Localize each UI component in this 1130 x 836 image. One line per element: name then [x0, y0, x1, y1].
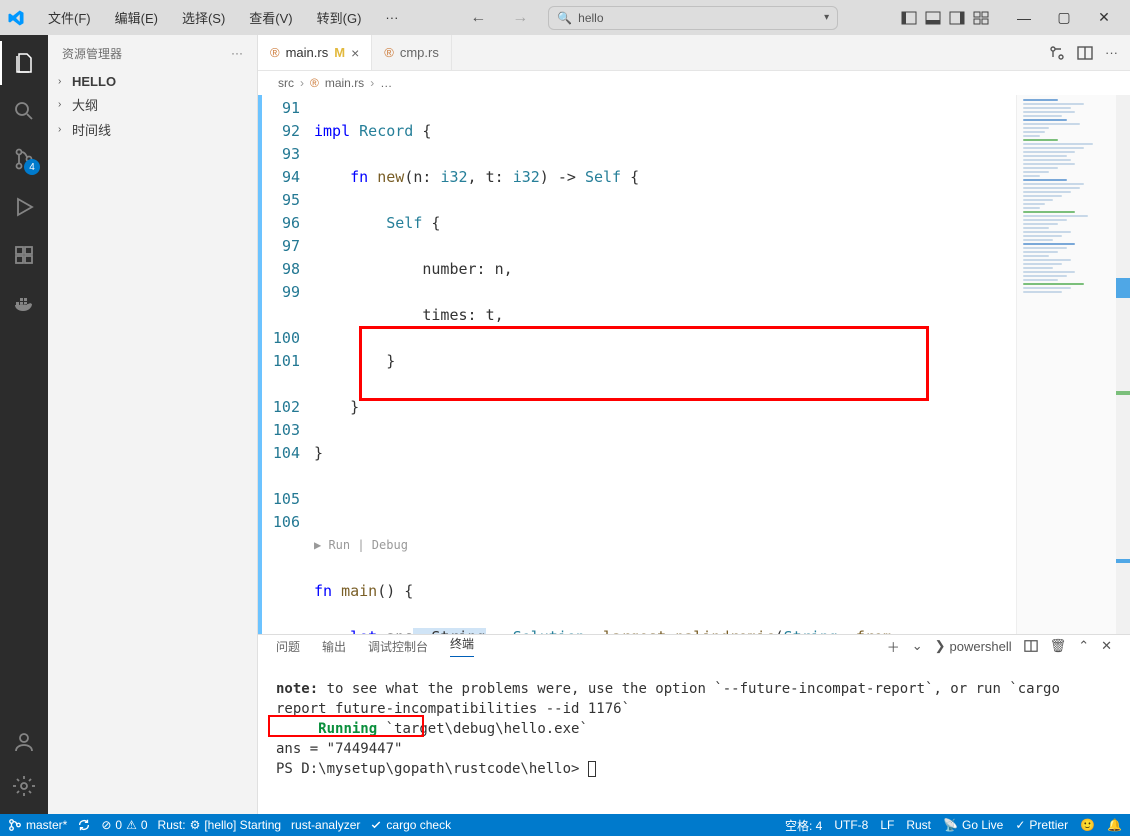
- vertical-scrollbar[interactable]: [1116, 95, 1130, 634]
- vscode-logo-icon: [6, 8, 26, 28]
- status-feedback-icon[interactable]: 🙂: [1080, 818, 1095, 832]
- nav-back-icon[interactable]: ←: [464, 7, 492, 29]
- kill-terminal-icon[interactable]: 🗑: [1050, 638, 1067, 654]
- terminal-prompt: PS D:\mysetup\gopath\rustcode\hello>: [276, 761, 588, 777]
- status-spaces[interactable]: 空格: 4: [785, 817, 822, 834]
- more-actions-icon[interactable]: ···: [1105, 45, 1118, 60]
- menu-select[interactable]: 选择(S): [172, 4, 235, 31]
- layout-primary-icon[interactable]: [898, 7, 920, 29]
- chevron-down-icon: ▾: [824, 12, 829, 23]
- split-terminal-icon[interactable]: [1024, 639, 1038, 653]
- panel-tab-output[interactable]: 输出: [322, 638, 346, 655]
- activity-bar: 4: [0, 35, 48, 814]
- maximize-panel-icon[interactable]: ⌃: [1078, 638, 1089, 654]
- status-cargo-check[interactable]: cargo check: [370, 818, 451, 832]
- rust-file-icon: ®: [384, 45, 394, 60]
- nav-fwd-icon[interactable]: →: [506, 7, 534, 29]
- panel-tab-debug[interactable]: 调试控制台: [368, 638, 428, 655]
- terminal-body[interactable]: note: to see what the problems were, use…: [258, 657, 1130, 814]
- tree-label: HELLO: [72, 74, 116, 89]
- status-branch[interactable]: master*: [8, 818, 67, 832]
- tab-label: main.rs: [286, 45, 329, 60]
- close-icon[interactable]: ×: [351, 45, 359, 61]
- window-minimize[interactable]: —: [1004, 3, 1044, 33]
- status-sync[interactable]: [77, 818, 91, 832]
- compare-changes-icon[interactable]: [1049, 45, 1065, 61]
- line-numbers: 91929394 95969798 99 100101 102103104 10…: [258, 95, 314, 634]
- chevron-right-icon: ›: [58, 124, 66, 135]
- codelens-run-debug[interactable]: ▶ Run | Debug: [314, 534, 1016, 557]
- status-problems[interactable]: ⊘0 ⚠0: [101, 818, 147, 832]
- activity-extensions[interactable]: [0, 233, 48, 277]
- layout-panel-icon[interactable]: [922, 7, 944, 29]
- sidebar-title: 资源管理器: [62, 45, 122, 62]
- menu-view[interactable]: 查看(V): [239, 4, 302, 31]
- status-rust-analyzer[interactable]: rust-analyzer: [291, 818, 360, 832]
- terminal-cursor: [588, 761, 596, 777]
- chevron-right-icon: ›: [58, 99, 66, 110]
- window-close[interactable]: ✕: [1084, 3, 1124, 33]
- split-editor-icon[interactable]: [1077, 45, 1093, 61]
- window-maximize[interactable]: ▢: [1044, 3, 1084, 33]
- layout-customize-icon[interactable]: [970, 7, 992, 29]
- terminal-ans-output: ans = "7449447": [276, 741, 402, 757]
- crumb-more: …: [380, 76, 392, 90]
- terminal-dropdown-icon[interactable]: ⌄: [912, 638, 923, 654]
- tab-main-rs[interactable]: ® main.rs M ×: [258, 35, 372, 70]
- activity-docker[interactable]: [0, 281, 48, 325]
- tab-label: cmp.rs: [400, 45, 439, 60]
- sidebar-more-icon[interactable]: ···: [231, 46, 243, 60]
- panel-tab-terminal[interactable]: 终端: [450, 635, 474, 657]
- close-panel-icon[interactable]: ✕: [1101, 638, 1112, 654]
- status-rust[interactable]: Rust: ⚙ [hello] Starting: [158, 818, 282, 832]
- search-value: hello: [578, 11, 603, 25]
- status-encoding[interactable]: UTF-8: [834, 818, 868, 832]
- minimap[interactable]: [1016, 95, 1116, 634]
- status-golive[interactable]: 📡Go Live: [943, 818, 1003, 832]
- status-bell-icon[interactable]: 🔔: [1107, 818, 1122, 832]
- tab-modified-badge: M: [334, 45, 345, 60]
- rust-file-icon: ®: [310, 76, 319, 90]
- menu-more[interactable]: ···: [375, 6, 408, 29]
- new-terminal-icon[interactable]: ＋: [887, 637, 900, 656]
- code-editor[interactable]: impl Record { fn new(n: i32, t: i32) -> …: [314, 95, 1016, 634]
- status-lang[interactable]: Rust: [906, 818, 931, 832]
- terminal-shell-label[interactable]: ❯powershell: [935, 638, 1012, 654]
- menu-goto[interactable]: 转到(G): [307, 4, 372, 31]
- status-bar: master* ⊘0 ⚠0 Rust: ⚙ [hello] Starting r…: [0, 814, 1130, 836]
- activity-explorer[interactable]: [0, 41, 48, 85]
- status-eol[interactable]: LF: [880, 818, 894, 832]
- menu-file[interactable]: 文件(F): [38, 4, 101, 31]
- title-bar: 文件(F) 编辑(E) 选择(S) 查看(V) 转到(G) ··· ← → 🔍 …: [0, 0, 1130, 35]
- tree-label: 大纲: [72, 95, 98, 114]
- menu-edit[interactable]: 编辑(E): [105, 4, 168, 31]
- activity-accounts[interactable]: [0, 720, 48, 764]
- activity-source-control[interactable]: 4: [0, 137, 48, 181]
- editor-tabs: ® main.rs M × ® cmp.rs ···: [258, 35, 1130, 71]
- activity-search[interactable]: [0, 89, 48, 133]
- tab-cmp-rs[interactable]: ® cmp.rs: [372, 35, 452, 70]
- bottom-panel: 问题 输出 调试控制台 终端 ＋ ⌄ ❯powershell 🗑 ⌃ ✕ not…: [258, 634, 1130, 814]
- source-control-badge: 4: [24, 159, 40, 175]
- tree-label: 时间线: [72, 120, 111, 139]
- crumb-file: main.rs: [325, 76, 364, 90]
- tree-item-hello[interactable]: › HELLO: [48, 71, 257, 92]
- breadcrumb[interactable]: src › ® main.rs › …: [258, 71, 1130, 95]
- command-center-search[interactable]: 🔍 hello ▾: [548, 6, 838, 30]
- sidebar: 资源管理器 ··· › HELLO › 大纲 › 时间线: [48, 35, 258, 814]
- panel-tab-problems[interactable]: 问题: [276, 638, 300, 655]
- tree-item-timeline[interactable]: › 时间线: [48, 117, 257, 142]
- tree-item-outline[interactable]: › 大纲: [48, 92, 257, 117]
- chevron-right-icon: ›: [58, 76, 66, 87]
- status-prettier[interactable]: ✓Prettier: [1015, 818, 1068, 832]
- layout-secondary-icon[interactable]: [946, 7, 968, 29]
- search-icon: 🔍: [557, 11, 572, 25]
- activity-settings[interactable]: [0, 764, 48, 808]
- crumb-src: src: [278, 76, 294, 90]
- rust-file-icon: ®: [270, 45, 280, 60]
- activity-run-debug[interactable]: [0, 185, 48, 229]
